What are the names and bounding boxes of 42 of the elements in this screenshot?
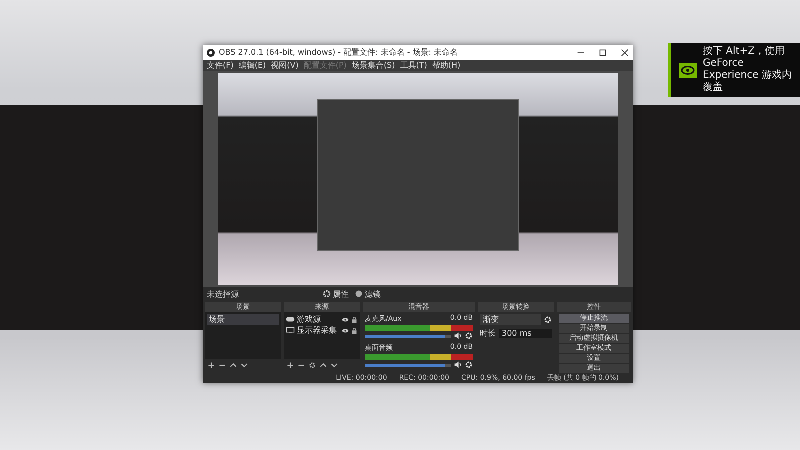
gear-icon[interactable] bbox=[465, 332, 473, 340]
up-icon[interactable] bbox=[320, 362, 327, 368]
gear-icon bbox=[323, 290, 331, 298]
speaker-icon[interactable] bbox=[454, 332, 462, 340]
gear-icon[interactable] bbox=[465, 361, 473, 369]
source-item[interactable]: 游戏源 bbox=[297, 314, 340, 325]
filters-button[interactable]: 滤镜 bbox=[355, 288, 381, 300]
gear-icon[interactable] bbox=[309, 362, 316, 368]
speaker-icon[interactable] bbox=[454, 361, 462, 369]
window-title: OBS 27.0.1 (64-bit, windows) - 配置文件: 未命名 - 场景: 未命名 bbox=[219, 47, 460, 58]
menu-item[interactable]: 文件(F) bbox=[207, 60, 234, 71]
menu-item[interactable]: 编辑(E) bbox=[238, 60, 266, 71]
eye-icon[interactable] bbox=[342, 316, 349, 322]
filter-icon bbox=[355, 290, 363, 298]
volume-slider[interactable] bbox=[365, 334, 451, 338]
scene-item[interactable]: 场景 bbox=[207, 314, 279, 325]
properties-button[interactable]: 属性 bbox=[323, 288, 349, 300]
menu-item[interactable]: 帮助(H) bbox=[432, 60, 461, 71]
eye-logo-icon bbox=[679, 62, 697, 78]
circle-logo-icon bbox=[207, 48, 215, 56]
maximize-icon[interactable] bbox=[599, 48, 607, 56]
volume-slider[interactable] bbox=[365, 364, 451, 366]
gear-icon[interactable] bbox=[544, 316, 552, 324]
notification-text: 按下 Alt+Z，使用 GeForce Experience 游戏内覆盖 bbox=[703, 46, 793, 94]
up-icon[interactable] bbox=[230, 362, 237, 368]
lock-icon[interactable] bbox=[351, 328, 358, 334]
add-icon[interactable] bbox=[208, 362, 215, 368]
no-source-label: 未选择源 bbox=[207, 288, 240, 300]
source-item[interactable]: 显示器采集 bbox=[297, 325, 340, 336]
menu-item[interactable]: 场景集合(S) bbox=[352, 60, 396, 71]
duration-label: 时长 bbox=[480, 328, 496, 339]
menu-item[interactable]: 视图(V) bbox=[271, 60, 299, 71]
close-icon[interactable] bbox=[621, 48, 629, 56]
monitor-icon bbox=[286, 327, 295, 334]
down-icon[interactable] bbox=[331, 362, 338, 368]
lock-icon[interactable] bbox=[351, 316, 358, 322]
down-icon[interactable] bbox=[241, 362, 248, 368]
eye-icon[interactable] bbox=[342, 328, 349, 334]
add-icon[interactable] bbox=[287, 362, 294, 368]
menu-item[interactable]: 工具(T) bbox=[400, 60, 428, 71]
transition-dropdown[interactable]: 渐变 bbox=[480, 314, 541, 325]
duration-field[interactable]: 300 ms bbox=[499, 329, 552, 338]
